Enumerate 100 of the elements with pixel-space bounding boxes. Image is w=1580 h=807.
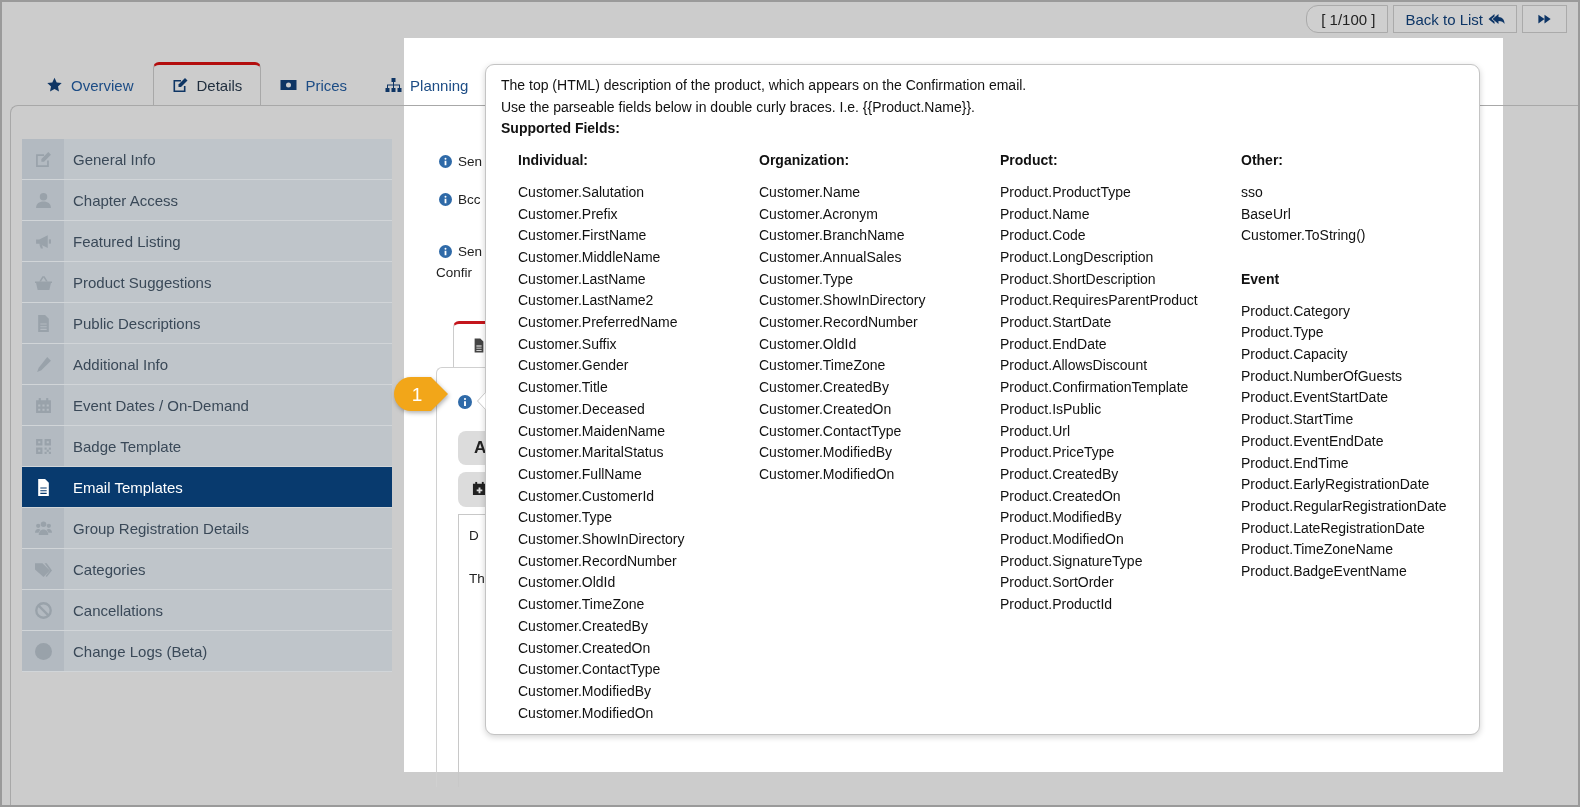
field-name: Product.StartDate bbox=[1000, 313, 1113, 333]
pencil-icon bbox=[34, 355, 52, 373]
sidebar-item[interactable]: Public Descriptions bbox=[22, 303, 392, 344]
info-icon bbox=[439, 155, 452, 168]
field-name: Customer.FirstName bbox=[518, 226, 648, 246]
field-name: Customer.Suffix bbox=[518, 334, 618, 354]
page-position: [ 1/100 ] bbox=[1306, 5, 1389, 33]
field-name: Customer.CreatedOn bbox=[518, 638, 652, 658]
field-name: Customer.MaritalStatus bbox=[518, 443, 665, 463]
tab[interactable]: Overview bbox=[27, 62, 153, 106]
field-group-heading: Individual: bbox=[518, 151, 589, 171]
setting-label: Sen bbox=[458, 153, 483, 171]
sidebar-item[interactable]: Badge Template bbox=[22, 426, 392, 467]
field-name: Customer.OldId bbox=[518, 573, 617, 593]
field-name: Product.ModifiedOn bbox=[1000, 530, 1125, 550]
field-group-heading: Event bbox=[1241, 269, 1281, 289]
field-name: Customer.CreatedOn bbox=[759, 399, 893, 419]
field-name: Customer.ContactType bbox=[759, 421, 903, 441]
field-name: Product.RegularRegistrationDate bbox=[1241, 496, 1448, 516]
sidebar-item[interactable]: Chapter Access bbox=[22, 180, 392, 221]
setting-label: Sen bbox=[458, 243, 483, 261]
sidebar-item[interactable]: Email Templates bbox=[22, 467, 392, 508]
field-name: Product.EventStartDate bbox=[1241, 388, 1390, 408]
supported-fields-heading: Supported Fields: bbox=[501, 119, 621, 139]
field-name: Customer.Salutation bbox=[518, 182, 646, 202]
field-name: Customer.Prefix bbox=[518, 204, 619, 224]
field-name: Customer.Title bbox=[518, 378, 609, 398]
field-name: Product.Type bbox=[1241, 323, 1325, 343]
info-icon bbox=[458, 395, 472, 409]
calendar-plus-icon bbox=[472, 479, 487, 497]
field-name: Product.ProductId bbox=[1000, 595, 1114, 615]
tab[interactable]: Planning bbox=[366, 62, 488, 106]
sidebar-item[interactable]: Event Dates / On-Demand bbox=[22, 385, 392, 426]
sidebar-item[interactable]: Product Suggestions bbox=[22, 262, 392, 303]
field-name: sso bbox=[1241, 182, 1264, 202]
sitemap-icon bbox=[385, 77, 403, 93]
field-name: Customer.BranchName bbox=[759, 226, 906, 246]
field-name: Product.Code bbox=[1000, 226, 1087, 246]
field-name: BaseUrl bbox=[1241, 204, 1292, 224]
sidebar-item[interactable]: Cancellations bbox=[22, 590, 392, 631]
sidebar-item[interactable]: Featured Listing bbox=[22, 221, 392, 262]
popover-text: Use the parseable fields below in double curly braces. I.e. {{Product.Name}}. bbox=[501, 97, 976, 117]
field-group-heading: Other: bbox=[1241, 151, 1284, 171]
field-name: Customer.CreatedBy bbox=[759, 378, 890, 398]
circle-icon bbox=[34, 642, 52, 660]
field-name: Product.LongDescription bbox=[1000, 247, 1155, 267]
sidebar-item[interactable]: Group Registration Details bbox=[22, 508, 392, 549]
setting-label: Bcc bbox=[458, 191, 481, 209]
qr-code-icon bbox=[34, 437, 52, 455]
field-name: Customer.CreatedBy bbox=[518, 616, 649, 636]
field-name: Product.PriceType bbox=[1000, 443, 1116, 463]
star-icon bbox=[46, 77, 63, 93]
calendar-icon bbox=[34, 396, 52, 414]
field-name: Customer.MaidenName bbox=[518, 421, 667, 441]
field-name: Customer.TimeZone bbox=[518, 595, 646, 615]
field-name: Product.EventEndDate bbox=[1241, 431, 1385, 451]
users-icon bbox=[34, 519, 52, 537]
field-name: Customer.ModifiedBy bbox=[518, 682, 653, 701]
field-name: Product.EndTime bbox=[1241, 453, 1350, 473]
field-name: Customer.FullName bbox=[518, 464, 643, 484]
sidebar-item[interactable]: Categories bbox=[22, 549, 392, 590]
popover-text: The top (HTML) description of the product, which appears on the Confirmation email. bbox=[501, 76, 1028, 95]
field-group-heading: Product: bbox=[1000, 151, 1059, 171]
field-name: Customer.ModifiedOn bbox=[518, 703, 655, 723]
next-button[interactable] bbox=[1522, 5, 1567, 33]
field-name: Customer.Type bbox=[759, 269, 855, 289]
field-name: Product.EarlyRegistrationDate bbox=[1241, 475, 1431, 495]
field-group-heading: Organization: bbox=[759, 151, 851, 171]
field-name: Customer.Acronym bbox=[759, 204, 880, 224]
tab[interactable]: Details bbox=[152, 62, 262, 106]
field-name: Customer.CustomerId bbox=[518, 486, 656, 506]
field-name: Customer.RecordNumber bbox=[518, 551, 678, 571]
field-name: Product.BadgeEventName bbox=[1241, 562, 1408, 582]
back-to-list-button[interactable]: Back to List bbox=[1393, 5, 1517, 33]
field-name: Product.CreatedOn bbox=[1000, 486, 1122, 506]
field-name: Customer.ModifiedOn bbox=[759, 464, 896, 484]
sidebar-item[interactable]: Change Logs (Beta) bbox=[22, 631, 392, 672]
field-name: Product.ConfirmationTemplate bbox=[1000, 378, 1190, 398]
reply-all-icon bbox=[1488, 11, 1505, 27]
field-name: Product.Category bbox=[1241, 301, 1351, 321]
field-name: Product.NumberOfGuests bbox=[1241, 366, 1404, 386]
field-name: Customer.RecordNumber bbox=[759, 313, 919, 333]
field-name: Product.TimeZoneName bbox=[1241, 540, 1394, 560]
field-name: Customer.LastName2 bbox=[518, 291, 655, 311]
tags-icon bbox=[34, 560, 52, 578]
field-name: Customer.ShowInDirectory bbox=[518, 530, 686, 550]
field-name: Product.CreatedBy bbox=[1000, 464, 1120, 484]
sidebar-item[interactable]: General Info bbox=[22, 139, 392, 180]
user-icon bbox=[34, 191, 52, 209]
field-name: Customer.Name bbox=[759, 182, 862, 202]
money-icon bbox=[280, 77, 298, 93]
field-name: Customer.TimeZone bbox=[759, 356, 887, 376]
sidebar-item[interactable]: Additional Info bbox=[22, 344, 392, 385]
field-name: Product.SortOrder bbox=[1000, 573, 1115, 593]
field-name: Product.IsPublic bbox=[1000, 399, 1103, 419]
tab[interactable]: Prices bbox=[261, 62, 367, 106]
field-name: Product.ProductType bbox=[1000, 182, 1132, 202]
basket-icon bbox=[34, 273, 52, 291]
field-name: Product.EndDate bbox=[1000, 334, 1108, 354]
field-name: Customer.OldId bbox=[759, 334, 858, 354]
